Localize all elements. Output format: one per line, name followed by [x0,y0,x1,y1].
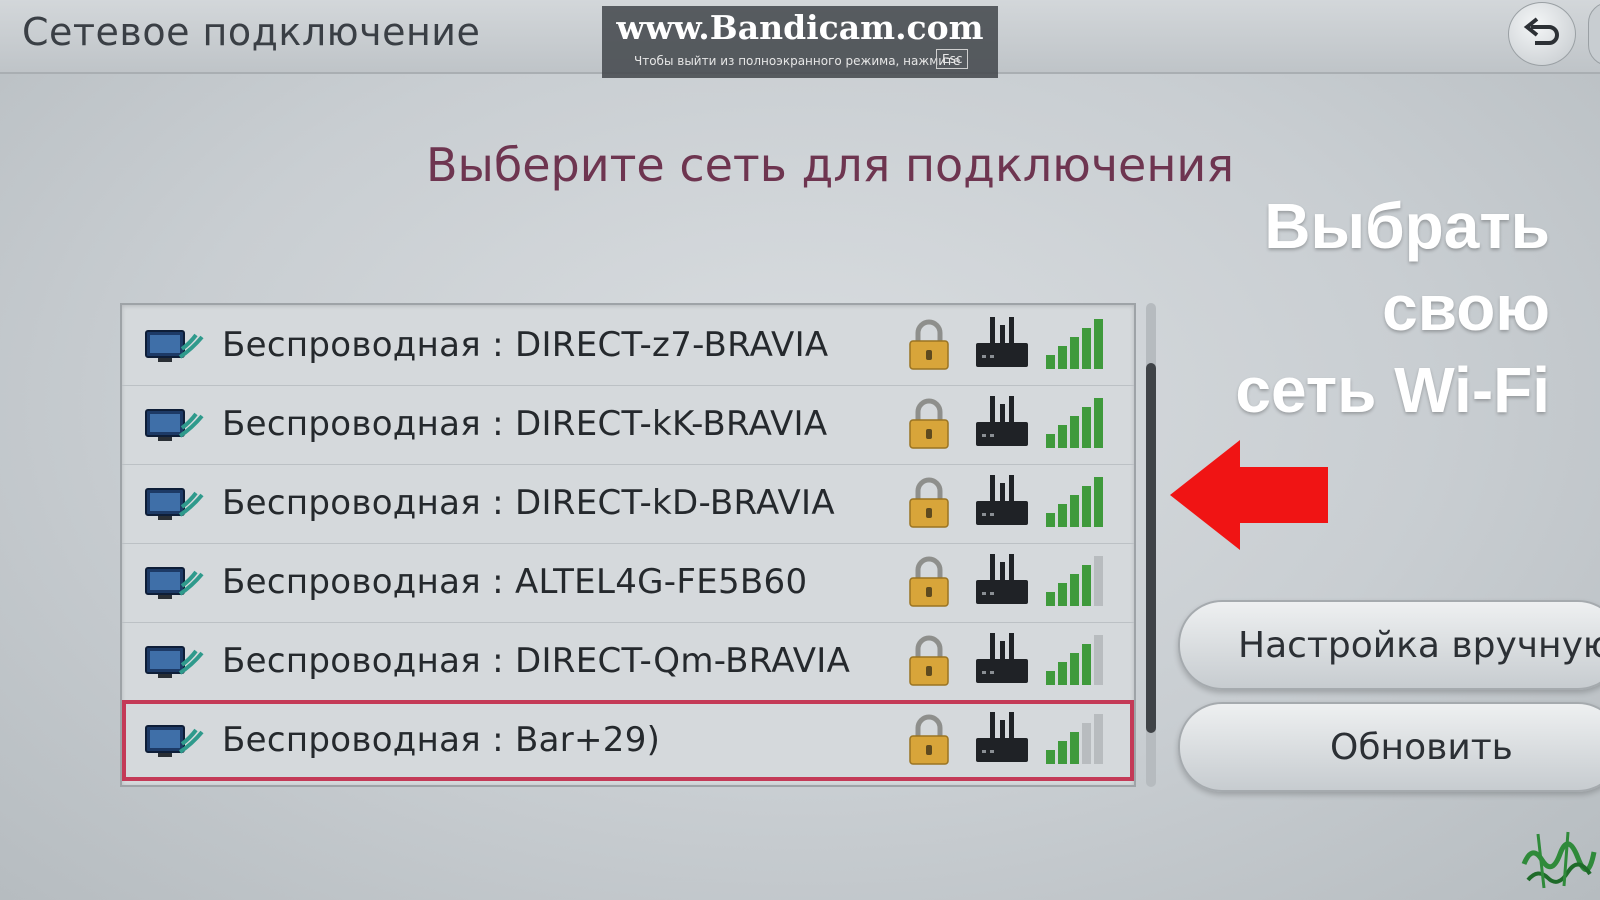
back-arrow-icon [1523,17,1559,45]
signal-strength-icon [1046,635,1103,685]
router-icon [976,712,1028,762]
signal-strength-icon [1046,477,1103,527]
topbar-extra-button[interactable] [1588,2,1600,66]
lock-icon [909,635,949,686]
tv-wifi-icon [145,567,204,599]
network-label: Беспроводная : DIRECT-kK-BRAVIA [222,404,828,444]
watermark-esc-key: Esc [936,49,969,69]
router-icon [976,475,1028,525]
watermark-hint: Чтобы выйти из полноэкранного режима, на… [634,54,961,68]
network-label: Беспроводная : ALTEL4G-FE5B60 [222,562,808,602]
tv-wifi-icon [145,409,204,441]
instruction-callout: Выбрать свою сеть Wi-Fi [1160,185,1550,431]
channel-logo [1521,831,1597,889]
callout-line-3: сеть Wi-Fi [1235,354,1550,426]
network-list: Беспроводная : DIRECT-z7-BRAVIA Беспровод… [120,303,1136,787]
network-label: Беспроводная : DIRECT-z7-BRAVIA [222,325,829,365]
network-row[interactable]: Беспроводная : Bar+29) [122,700,1134,781]
callout-line-1: Выбрать [1264,190,1550,262]
network-row[interactable]: Беспроводная : DIRECT-Qm-BRAVIA [122,621,1134,702]
lock-icon [909,556,949,607]
tv-wifi-icon [145,725,204,757]
watermark-brand: www.Bandicam.com [616,8,984,47]
network-label: Беспроводная : Bar+29) [222,720,661,760]
network-row[interactable]: Беспроводная : DIRECT-z7-BRAVIA [122,305,1134,386]
manual-setup-button[interactable]: Настройка вручную [1178,600,1600,690]
app-title: Сетевое подключение [22,10,481,54]
recording-watermark: www.Bandicam.com Чтобы выйти из полноэкр… [602,6,998,78]
lock-icon [909,398,949,449]
back-button[interactable] [1508,2,1576,66]
tv-wifi-icon [145,330,204,362]
router-icon [976,396,1028,446]
network-row[interactable]: Беспроводная : DIRECT-kK-BRAVIA [122,384,1134,465]
left-arrow-icon [1170,440,1328,550]
signal-strength-icon [1046,556,1103,606]
router-icon [976,633,1028,683]
refresh-button[interactable]: Обновить [1178,702,1600,792]
tv-wifi-icon [145,646,204,678]
lock-icon [909,714,949,765]
signal-strength-icon [1046,714,1103,764]
router-icon [976,317,1028,367]
lock-icon [909,319,949,370]
signal-strength-icon [1046,319,1103,369]
manual-setup-label: Настройка вручную [1238,624,1600,666]
refresh-label: Обновить [1330,726,1513,768]
router-icon [976,554,1028,604]
network-label: Беспроводная : DIRECT-Qm-BRAVIA [222,641,851,681]
tv-wifi-icon [145,488,204,520]
lock-icon [909,477,949,528]
page-heading: Выберите сеть для подключения [425,138,1235,192]
network-label: Беспроводная : DIRECT-kD-BRAVIA [222,483,835,523]
network-row[interactable]: Беспроводная : DIRECT-kD-BRAVIA [122,463,1134,544]
callout-line-2: свою [1382,272,1550,344]
network-row[interactable]: Беспроводная : ALTEL4G-FE5B60 [122,542,1134,623]
list-scrollbar[interactable] [1146,303,1156,787]
signal-strength-icon [1046,398,1103,448]
scrollbar-thumb[interactable] [1146,363,1156,733]
